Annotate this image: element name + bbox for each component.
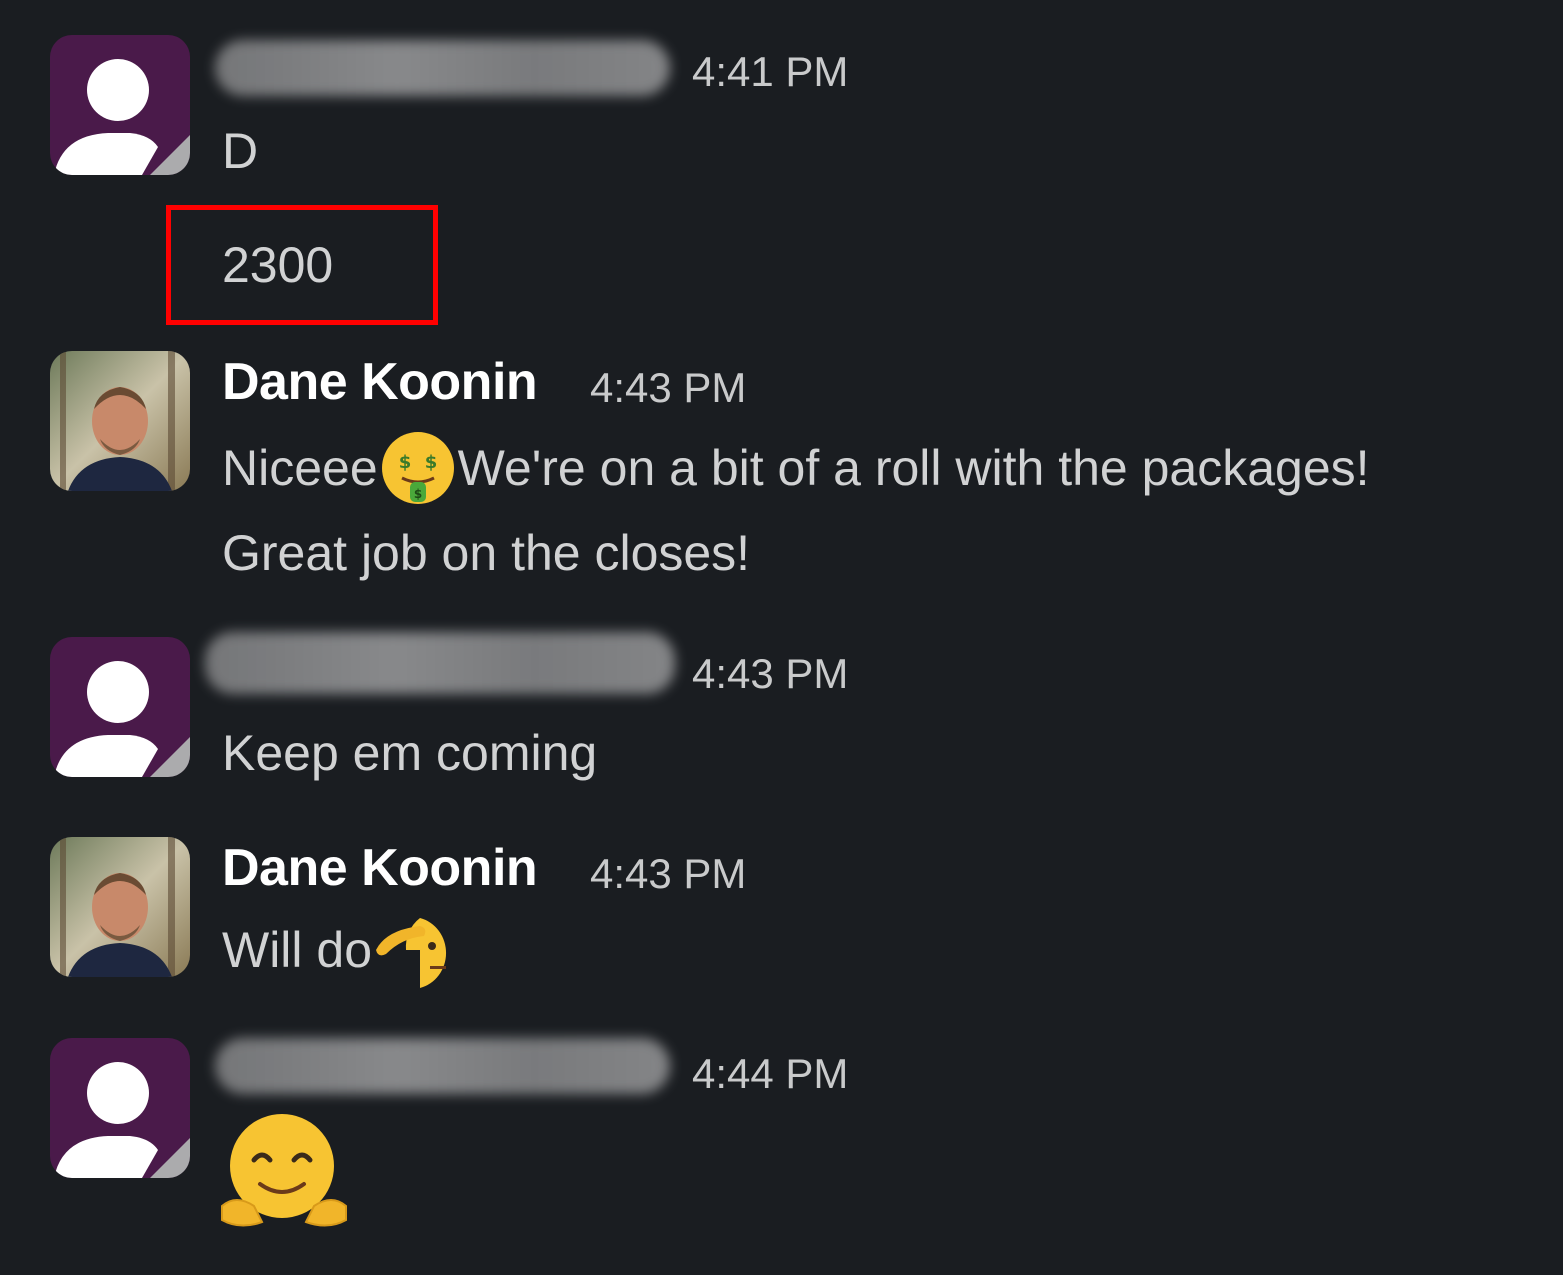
svg-text:$: $	[424, 452, 437, 473]
message-text: Will do	[222, 922, 373, 978]
default-avatar-3[interactable]	[50, 1038, 190, 1178]
profile-photo	[50, 351, 190, 491]
redacted-author-name	[215, 1038, 670, 1094]
message-timestamp[interactable]: 4:41 PM	[692, 48, 848, 96]
message-timestamp[interactable]: 4:43 PM	[590, 364, 746, 412]
user-avatar-dane-koonin[interactable]	[50, 351, 190, 491]
default-avatar-1[interactable]	[50, 35, 190, 175]
message-line: Niceee $ $ $ We're on a bit of a roll wi…	[222, 428, 1370, 508]
message-timestamp[interactable]: 4:43 PM	[692, 650, 848, 698]
message-text-start: Niceee	[222, 440, 378, 496]
message-line: Will do	[222, 910, 452, 990]
author-name[interactable]: Dane Koonin	[222, 838, 538, 898]
message-timestamp[interactable]: 4:44 PM	[692, 1050, 848, 1098]
author-name[interactable]: Dane Koonin	[222, 352, 538, 412]
highlight-annotation-box	[166, 205, 438, 325]
message-text-end: We're on a bit of a roll with the packag…	[457, 440, 1370, 496]
user-silhouette-icon	[54, 661, 190, 777]
redacted-author-name	[205, 632, 675, 694]
profile-photo	[50, 837, 190, 977]
user-silhouette-icon	[54, 1062, 190, 1178]
message-text: Great job on the closes!	[222, 525, 751, 581]
hugging-face-icon	[221, 1114, 347, 1227]
message-text: Keep em coming	[222, 725, 598, 781]
saluting-face-icon	[376, 918, 447, 988]
svg-text:$: $	[413, 487, 421, 501]
default-avatar-2[interactable]	[50, 637, 190, 777]
user-avatar-dane-koonin[interactable]	[50, 837, 190, 977]
user-silhouette-icon	[54, 59, 190, 175]
message-timestamp[interactable]: 4:43 PM	[590, 850, 746, 898]
money-mouth-face-icon: $ $ $	[381, 432, 454, 504]
svg-text:$: $	[398, 452, 411, 473]
message-text: D	[222, 123, 259, 179]
redacted-author-name	[215, 40, 670, 96]
